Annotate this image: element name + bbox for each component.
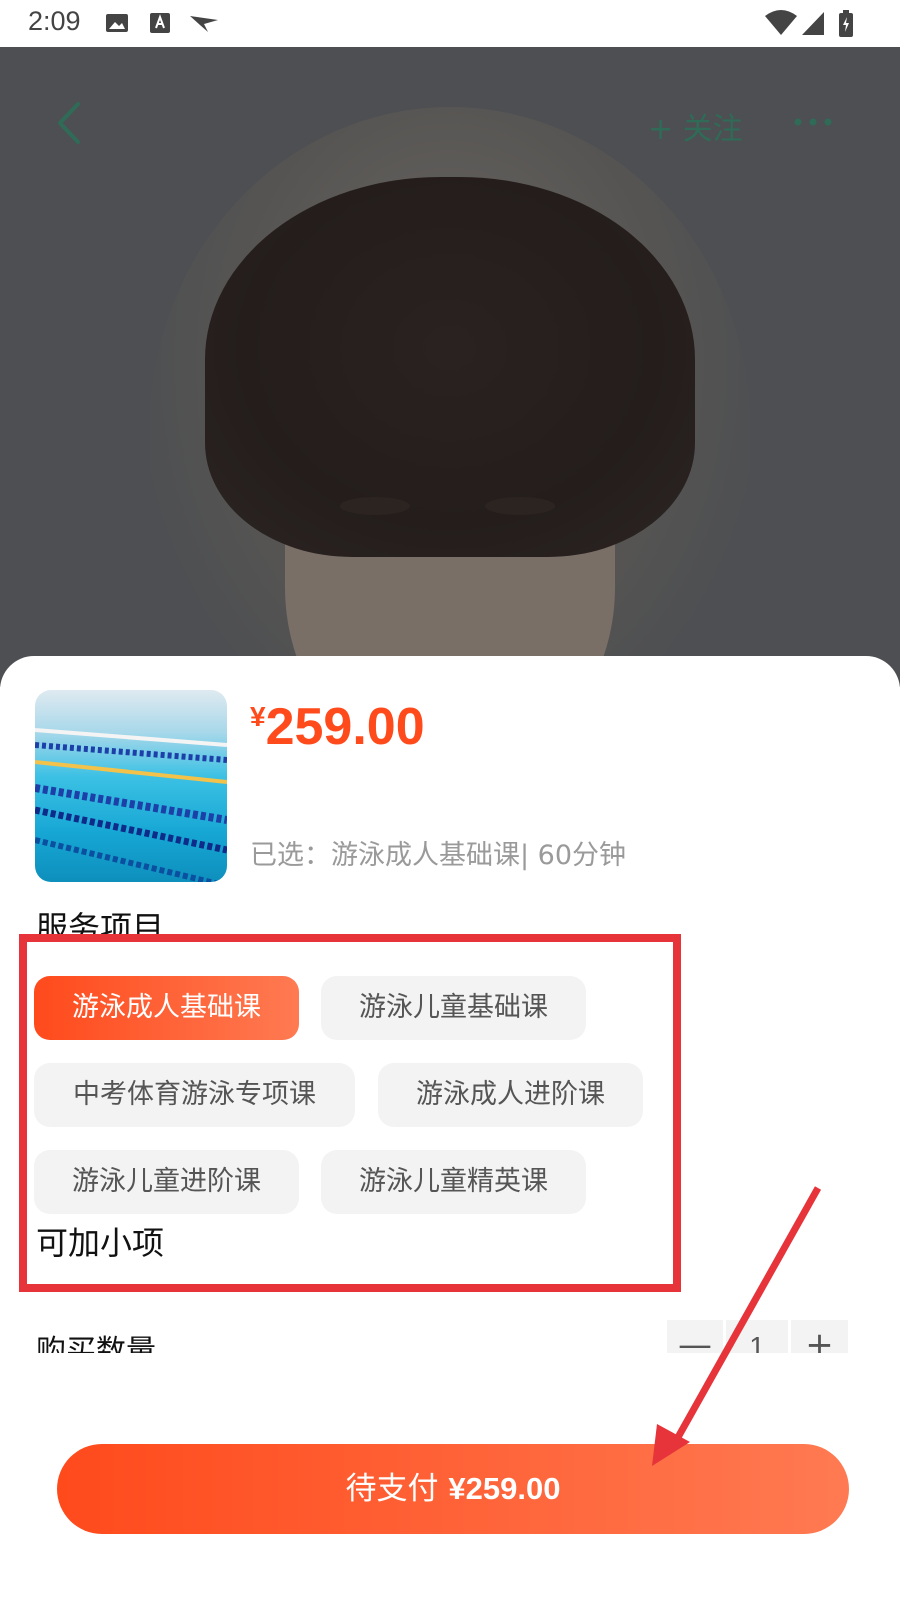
pay-button-label: 待支付 [345,1471,439,1507]
selected-option-text: 已选：游泳成人基础课| 60分钟 [250,840,627,871]
product-thumbnail [35,690,227,882]
annotation-highlight-box [19,934,681,1292]
price-amount: 259.00 [265,698,425,756]
wifi-icon [765,10,797,35]
text-input-icon [150,13,170,33]
price-currency: ¥ [250,701,266,732]
quantity-plus-button[interactable]: + [791,1320,848,1353]
status-time: 2:09 [28,6,81,36]
pay-button-amount: ¥259.00 [448,1471,561,1506]
status-bar: 2:09 [0,0,900,47]
back-icon[interactable] [52,100,86,146]
quantity-value[interactable]: 1 [726,1320,788,1353]
more-icon[interactable] [792,112,836,132]
pool-lane-image [35,728,227,882]
product-price: ¥259.00 [250,697,425,757]
quantity-minus-button[interactable]: — [667,1320,723,1353]
cast-icon [190,16,218,32]
signal-icon [802,12,824,35]
quantity-label: 购买数量 [36,1334,156,1354]
profile-photo [0,47,900,687]
follow-button[interactable]: + 关注 [648,104,743,148]
image-icon [106,14,128,32]
battery-icon [839,10,853,37]
pay-button[interactable]: 待支付 ¥259.00 [57,1444,849,1534]
